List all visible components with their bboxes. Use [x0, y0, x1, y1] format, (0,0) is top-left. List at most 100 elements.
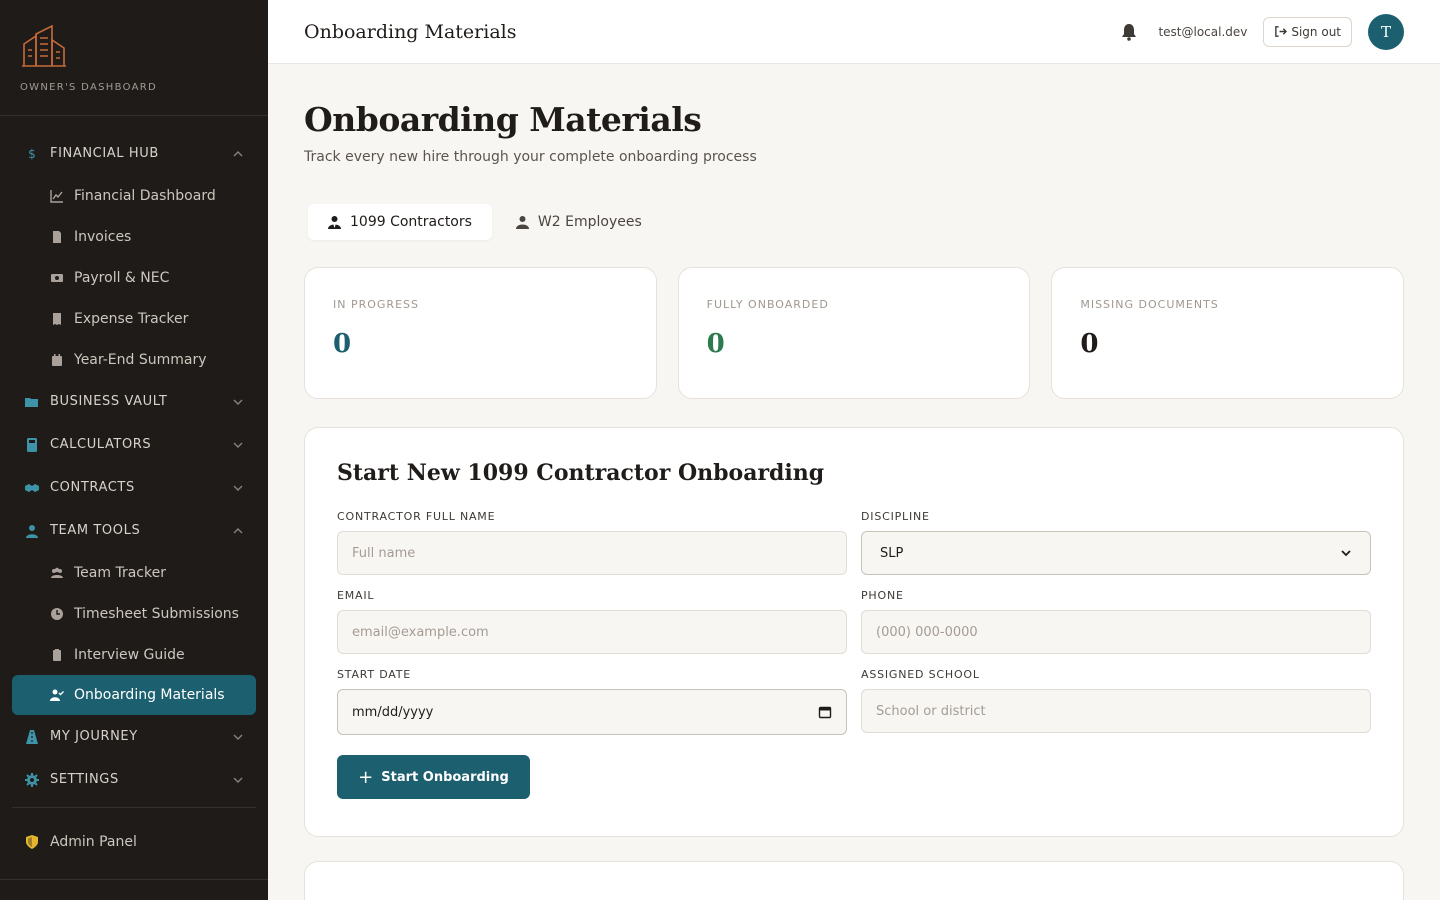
discipline-label: DISCIPLINE	[861, 510, 930, 523]
user-check-icon	[50, 689, 64, 701]
users-icon	[51, 567, 63, 578]
sidebar-item-label: Admin Panel	[50, 834, 137, 850]
email-input[interactable]	[337, 610, 847, 654]
nav-group-my-journey[interactable]: MY JOURNEY	[0, 715, 268, 758]
contractor-name-input[interactable]	[337, 531, 847, 575]
sidebar-item-label: Expense Tracker	[74, 310, 189, 327]
sidebar-item-label: Timesheet Submissions	[74, 605, 239, 622]
stat-card-in-progress: IN PROGRESS 0	[304, 267, 657, 399]
nav-group-label: BUSINESS VAULT	[50, 394, 168, 409]
sidebar-item-interview-guide[interactable]: Interview Guide	[0, 634, 268, 675]
stat-value: 0	[1080, 329, 1099, 359]
sidebar-item-admin-panel[interactable]: Admin Panel	[0, 814, 268, 870]
sidebar-item-label: Interview Guide	[74, 646, 185, 663]
sidebar-item-label: Onboarding Materials	[74, 687, 225, 703]
phone-label: PHONE	[861, 589, 904, 602]
sidebar-item-timesheet-submissions[interactable]: Timesheet Submissions	[0, 593, 268, 634]
email-label: EMAIL	[337, 589, 375, 602]
calendar-icon	[52, 353, 62, 366]
user-email: test@local.dev	[1158, 24, 1248, 39]
user-tie-icon	[26, 524, 38, 538]
main-content: Onboarding Materials Track every new hir…	[304, 64, 1405, 900]
nav-group-calculators[interactable]: CALCULATORS	[0, 423, 268, 466]
sidebar-item-label: Team Tracker	[74, 564, 166, 581]
user-tie-icon	[328, 216, 341, 229]
start-date-value: mm/dd/yyyy	[352, 704, 434, 720]
dollar-icon: $	[28, 146, 36, 161]
stat-value: 0	[333, 329, 352, 359]
sidebar-item-financial-dashboard[interactable]: Financial Dashboard	[0, 175, 268, 216]
field-start-date: START DATE mm/dd/yyyy	[337, 668, 847, 735]
chevron-down-icon	[233, 777, 243, 783]
receipt-icon	[53, 312, 61, 325]
sidebar: OWNER'S DASHBOARD $ FINANCIAL HUB Financ…	[0, 0, 268, 900]
tab-1099-contractors[interactable]: 1099 Contractors	[308, 204, 492, 240]
stat-label: MISSING DOCUMENTS	[1080, 298, 1219, 311]
start-onboarding-label: Start Onboarding	[381, 769, 509, 785]
tab-label: 1099 Contractors	[350, 214, 472, 230]
start-onboarding-button[interactable]: + Start Onboarding	[337, 755, 530, 799]
tab-w2-employees[interactable]: W2 Employees	[496, 204, 662, 240]
sidebar-item-year-end-summary[interactable]: Year-End Summary	[0, 339, 268, 380]
field-phone: PHONE	[861, 589, 1371, 654]
next-card	[304, 861, 1404, 900]
phone-input[interactable]	[861, 610, 1371, 654]
user-icon	[515, 216, 529, 229]
sidebar-item-invoices[interactable]: Invoices	[0, 216, 268, 257]
nav-group-contracts[interactable]: CONTRACTS	[0, 466, 268, 509]
sidebar-item-label: Invoices	[74, 228, 132, 245]
field-discipline: DISCIPLINE SLP	[861, 510, 1371, 575]
sidebar-item-onboarding-materials[interactable]: Onboarding Materials	[12, 675, 256, 715]
assigned-school-input[interactable]	[861, 689, 1371, 733]
stat-card-missing-documents: MISSING DOCUMENTS 0	[1051, 267, 1405, 399]
chevron-down-icon	[233, 734, 243, 740]
nav-group-label: FINANCIAL HUB	[50, 146, 159, 161]
stat-label: FULLY ONBOARDED	[706, 298, 829, 311]
nav-group-settings[interactable]: SETTINGS	[0, 758, 268, 801]
clipboard-icon	[53, 648, 61, 661]
start-date-input[interactable]: mm/dd/yyyy	[337, 689, 847, 735]
clock-icon	[51, 607, 63, 620]
nav-group-team-tools[interactable]: TEAM TOOLS	[0, 509, 268, 552]
chevron-up-icon	[233, 527, 243, 533]
stat-label: IN PROGRESS	[333, 298, 419, 311]
stats-row: IN PROGRESS 0 FULLY ONBOARDED 0 MISSING …	[304, 267, 1405, 399]
assigned-school-label: ASSIGNED SCHOOL	[861, 668, 980, 681]
shield-icon	[26, 835, 38, 849]
calendar-icon[interactable]	[818, 705, 832, 719]
form-grid: CONTRACTOR FULL NAME DISCIPLINE SLP EMAI…	[337, 510, 1371, 749]
stat-card-fully-onboarded: FULLY ONBOARDED 0	[677, 267, 1031, 399]
chart-line-icon	[50, 189, 63, 203]
brand: OWNER'S DASHBOARD	[0, 0, 268, 116]
field-assigned-school: ASSIGNED SCHOOL	[861, 668, 1371, 735]
sign-out-button[interactable]: Sign out	[1263, 16, 1352, 47]
bell-icon[interactable]	[1120, 23, 1138, 41]
contractor-name-label: CONTRACTOR FULL NAME	[337, 510, 496, 523]
nav-group-label: SETTINGS	[50, 772, 119, 787]
chevron-up-icon	[233, 150, 243, 156]
sidebar-nav: $ FINANCIAL HUB Financial Dashboard Invo…	[0, 116, 268, 870]
sidebar-item-expense-tracker[interactable]: Expense Tracker	[0, 298, 268, 339]
chevron-down-icon	[233, 485, 243, 491]
sidebar-item-label: Payroll & NEC	[74, 269, 170, 286]
field-contractor-name: CONTRACTOR FULL NAME	[337, 510, 847, 575]
chevron-down-icon	[1341, 550, 1351, 557]
discipline-select[interactable]: SLP	[861, 531, 1371, 575]
nav-group-business-vault[interactable]: BUSINESS VAULT	[0, 380, 268, 423]
avatar[interactable]: T	[1368, 13, 1404, 50]
onboarding-form-card: Start New 1099 Contractor Onboarding CON…	[304, 427, 1404, 837]
brand-label: OWNER'S DASHBOARD	[20, 82, 157, 93]
calculator-icon	[27, 437, 37, 452]
sidebar-item-team-tracker[interactable]: Team Tracker	[0, 552, 268, 593]
road-icon	[26, 729, 38, 744]
field-email: EMAIL	[337, 589, 847, 654]
money-bill-icon	[51, 273, 63, 282]
tabs: 1099 Contractors W2 Employees	[304, 203, 1404, 241]
sidebar-item-payroll-nec[interactable]: Payroll & NEC	[0, 257, 268, 298]
nav-group-label: TEAM TOOLS	[50, 523, 141, 538]
tab-label: W2 Employees	[537, 214, 642, 230]
nav-group-financial-hub[interactable]: $ FINANCIAL HUB	[0, 132, 268, 175]
chevron-down-icon	[233, 442, 243, 448]
plus-icon: +	[358, 766, 374, 788]
chevron-down-icon	[233, 399, 243, 405]
